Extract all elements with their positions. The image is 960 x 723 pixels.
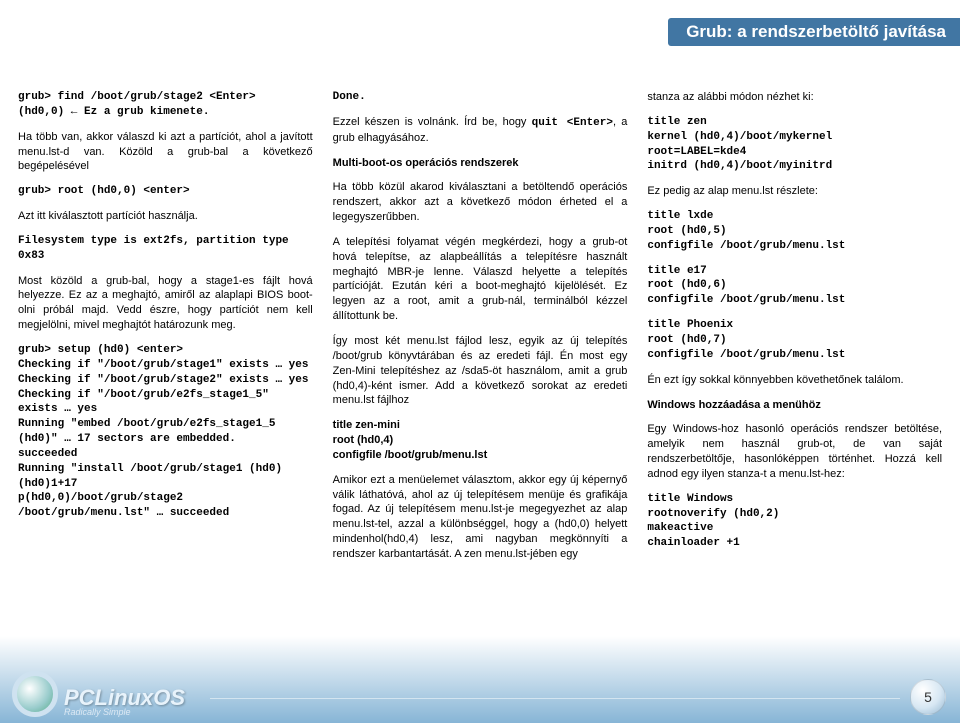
page-number: 5 (924, 689, 932, 705)
code-block: Done. (333, 90, 628, 105)
code-block: title Phoenix root (hd0,7) configfile /b… (647, 318, 942, 363)
page-title-bar: Grub: a rendszerbetöltő javítása (668, 18, 960, 46)
logo: PCLinuxOS Radically Simple (12, 671, 185, 717)
paragraph: Amikor ezt a menüelemet választom, akkor… (333, 473, 628, 562)
column-1: grub> find /boot/grub/stage2 <Enter> (hd… (18, 90, 313, 572)
config-block: title zen-mini root (hd0,4) configfile /… (333, 418, 628, 463)
article-body: grub> find /boot/grub/stage2 <Enter> (hd… (18, 90, 942, 572)
subheading: Multi-boot-os operációs rendszerek (333, 156, 628, 171)
column-3: stanza az alábbi módon nézhet ki: title … (647, 90, 942, 572)
subheading: Windows hozzáadása a menühöz (647, 398, 942, 413)
page-title: Grub: a rendszerbetöltő javítása (686, 22, 946, 41)
code-block: title e17 root (hd0,6) configfile /boot/… (647, 264, 942, 309)
code-block: title zen kernel (hd0,4)/boot/mykernel r… (647, 115, 942, 174)
paragraph: Ez pedig az alap menu.lst részlete: (647, 184, 942, 199)
code-block: grub> root (hd0,0) <enter> (18, 184, 313, 199)
inline-code: quit <Enter> (532, 117, 613, 129)
paragraph: Ha több van, akkor válaszd ki azt a part… (18, 130, 313, 175)
footer-separator (210, 698, 900, 699)
paragraph: Így most két menu.lst fájlod lesz, egyik… (333, 334, 628, 408)
paragraph: Én ezt így sokkal könnyebben követhetőne… (647, 373, 942, 388)
paragraph: stanza az alábbi módon nézhet ki: (647, 90, 942, 105)
logo-icon (12, 671, 58, 717)
paragraph: Egy Windows-hoz hasonló operációs rendsz… (647, 422, 942, 481)
code-block: Filesystem type is ext2fs, partition typ… (18, 234, 313, 264)
code-block: grub> find /boot/grub/stage2 <Enter> (hd… (18, 90, 313, 120)
paragraph: Most közöld a grub-bal, hogy a stage1-es… (18, 274, 313, 333)
paragraph: Ha több közül akarod kiválasztani a betö… (333, 180, 628, 225)
paragraph: A telepítési folyamat végén megkérdezi, … (333, 235, 628, 324)
text-run: Ezzel készen is volnánk. Írd be, hogy (333, 116, 532, 128)
code-block: title Windows rootnoverify (hd0,2) makea… (647, 492, 942, 551)
column-2: Done. Ezzel készen is volnánk. Írd be, h… (333, 90, 628, 572)
logo-text: PCLinuxOS (64, 687, 185, 709)
code-block: title lxde root (hd0,5) configfile /boot… (647, 209, 942, 254)
paragraph: Azt itt kiválasztott partíciót használja… (18, 209, 313, 224)
logo-text-wrap: PCLinuxOS Radically Simple (64, 687, 185, 717)
page-footer: PCLinuxOS Radically Simple 5 (0, 653, 960, 723)
code-block: grub> setup (hd0) <enter> Checking if "/… (18, 343, 313, 521)
paragraph: Ezzel készen is volnánk. Írd be, hogy qu… (333, 115, 628, 146)
page-number-badge: 5 (910, 679, 946, 715)
